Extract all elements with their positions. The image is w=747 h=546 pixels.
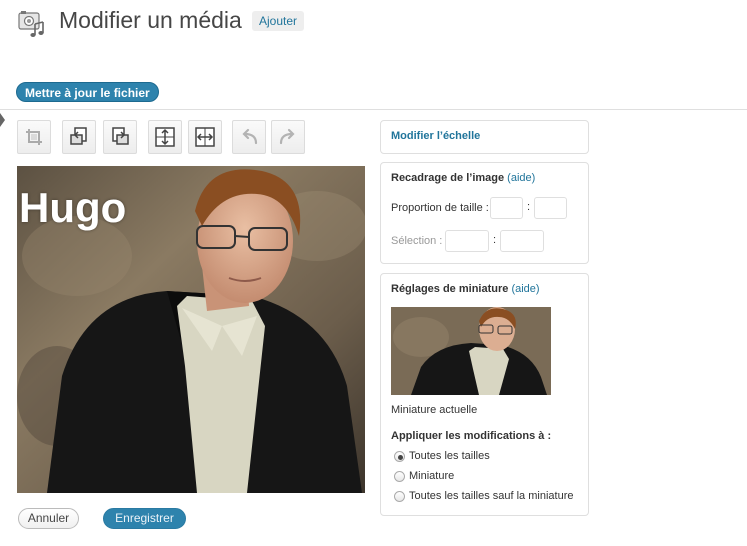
- crop-help-link[interactable]: (aide): [507, 172, 535, 184]
- selection-width-input[interactable]: [445, 230, 489, 252]
- flip-vertical-icon: [154, 126, 176, 148]
- cancel-button[interactable]: Annuler: [18, 508, 79, 529]
- rotate-counterclockwise-icon: [69, 126, 89, 148]
- add-new-button[interactable]: Ajouter: [252, 11, 305, 31]
- selection-height-input[interactable]: [500, 230, 544, 252]
- header-divider: [0, 109, 747, 110]
- crop-title-text: Recadrage de l’image: [391, 172, 505, 184]
- aspect-ratio-label: Proportion de taille :: [391, 202, 489, 214]
- flip-horizontal-button[interactable]: [188, 120, 222, 154]
- crop-button[interactable]: [17, 120, 51, 154]
- crop-icon: [24, 127, 44, 147]
- selection-separator: :: [493, 234, 497, 246]
- selection-label: Sélection :: [391, 235, 443, 247]
- aspect-ratio-height-input[interactable]: [534, 197, 567, 219]
- image-caption-text: Hugo: [19, 184, 127, 231]
- rotate-left-button[interactable]: [62, 120, 96, 154]
- redo-icon: [277, 127, 299, 147]
- undo-button[interactable]: [232, 120, 266, 154]
- flip-vertical-button[interactable]: [148, 120, 182, 154]
- current-thumbnail-label: Miniature actuelle: [391, 404, 478, 416]
- undo-icon: [238, 127, 260, 147]
- radio-all-except-thumbnail-label[interactable]: Toutes les tailles sauf la miniature: [409, 490, 573, 502]
- media-icon: [17, 8, 49, 40]
- thumbnail-help-link[interactable]: (aide): [511, 283, 539, 295]
- current-thumbnail-image: [391, 307, 551, 395]
- ratio-separator: :: [527, 201, 531, 213]
- rotate-clockwise-icon: [110, 126, 130, 148]
- thumbnail-title-text: Réglages de miniature: [391, 283, 509, 295]
- radio-all-except-thumbnail[interactable]: [394, 491, 405, 502]
- crop-panel-title: Recadrage de l’image (aide): [391, 172, 535, 184]
- redo-button[interactable]: [271, 120, 305, 154]
- radio-thumbnail-label[interactable]: Miniature: [409, 470, 454, 482]
- radio-thumbnail[interactable]: [394, 471, 405, 482]
- radio-all-sizes[interactable]: [394, 451, 405, 462]
- scale-image-link[interactable]: Modifier l’échelle: [391, 130, 480, 142]
- update-file-button[interactable]: Mettre à jour le fichier: [16, 82, 159, 102]
- aspect-ratio-width-input[interactable]: [490, 197, 523, 219]
- rotate-right-button[interactable]: [103, 120, 137, 154]
- apply-changes-label: Appliquer les modifications à :: [391, 430, 552, 442]
- save-button[interactable]: Enregistrer: [103, 508, 186, 529]
- page-title: Modifier un média: [59, 7, 242, 33]
- collapse-arrow-icon[interactable]: [0, 113, 5, 127]
- radio-all-sizes-label[interactable]: Toutes les tailles: [409, 450, 490, 462]
- thumbnail-panel-title: Réglages de miniature (aide): [391, 283, 540, 295]
- flip-horizontal-icon: [194, 126, 216, 148]
